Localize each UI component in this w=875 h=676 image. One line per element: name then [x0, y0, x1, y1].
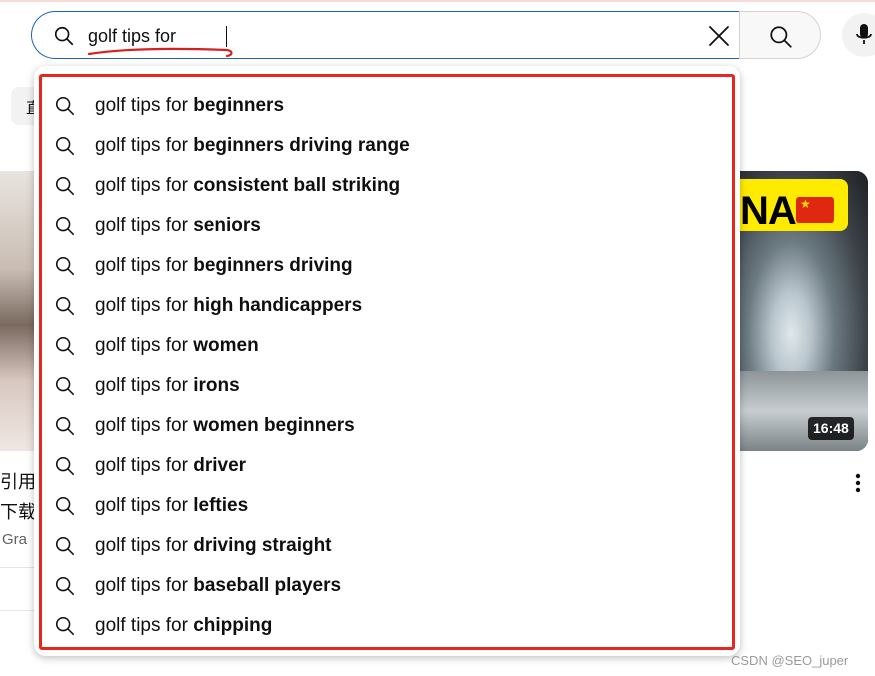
search-icon [770, 26, 792, 48]
search-icon [55, 496, 75, 516]
china-flag-icon [796, 197, 834, 223]
suggestion-completion: women [193, 335, 259, 356]
suggestion-prefix: golf tips for [95, 215, 194, 236]
suggestion-text: golf tips for lefties [95, 494, 248, 518]
suggestion-prefix: golf tips for [95, 535, 194, 556]
suggestion-text: golf tips for women [95, 334, 259, 358]
search-icon [55, 296, 75, 316]
video-title-left-line2[interactable]: 下载 [0, 498, 36, 524]
suggestions-list: golf tips for beginners golf tips for beg… [34, 86, 740, 646]
suggestion-item[interactable]: golf tips for beginners driving [34, 246, 740, 286]
suggestion-text: golf tips for beginners driving range [95, 134, 410, 158]
suggestion-completion: women beginners [193, 415, 355, 436]
suggestion-text: golf tips for consistent ball striking [95, 174, 400, 198]
suggestion-prefix: golf tips for [95, 95, 194, 116]
clear-search-button[interactable] [705, 22, 733, 50]
search-icon [55, 96, 75, 116]
suggestion-text: golf tips for irons [95, 374, 240, 398]
search-icon [55, 136, 75, 156]
suggestion-prefix: golf tips for [95, 495, 194, 516]
suggestion-completion: lefties [193, 495, 249, 516]
suggestion-item[interactable]: golf tips for seniors [34, 206, 740, 246]
watermark: CSDN @SEO_juper [731, 653, 849, 668]
suggestion-completion: beginners [193, 95, 285, 116]
search-icon [55, 616, 75, 636]
suggestion-text: golf tips for baseball players [95, 574, 341, 598]
suggestion-completion: seniors [193, 215, 261, 236]
suggestion-text: golf tips for women beginners [95, 414, 355, 438]
search-icon [55, 216, 75, 236]
suggestion-prefix: golf tips for [95, 255, 194, 276]
suggestion-item[interactable]: golf tips for driving straight [34, 526, 740, 566]
suggestion-item[interactable]: golf tips for consistent ball striking [34, 166, 740, 206]
search-icon [53, 25, 75, 47]
search-button[interactable] [739, 11, 821, 59]
suggestion-completion: irons [193, 375, 240, 396]
voice-search-button[interactable] [842, 13, 875, 57]
suggestion-prefix: golf tips for [95, 175, 194, 196]
mic-icon [856, 24, 872, 44]
more-options-icon[interactable] [850, 471, 866, 495]
suggestion-prefix: golf tips for [95, 135, 194, 156]
search-icon [55, 336, 75, 356]
video-title-left-line1[interactable]: 引用 [0, 468, 36, 494]
suggestion-completion: driver [193, 455, 247, 476]
suggestion-prefix: golf tips for [95, 575, 194, 596]
suggestion-item[interactable]: golf tips for baseball players [34, 566, 740, 606]
suggestion-completion: beginners driving range [193, 135, 410, 156]
suggestion-prefix: golf tips for [95, 415, 194, 436]
suggestion-item[interactable]: golf tips for beginners driving range [34, 126, 740, 166]
suggestion-item[interactable]: golf tips for women [34, 326, 740, 366]
suggestion-prefix: golf tips for [95, 375, 194, 396]
suggestion-completion: driving straight [193, 535, 332, 556]
suggestion-text: golf tips for high handicappers [95, 294, 362, 318]
suggestion-prefix: golf tips for [95, 615, 194, 636]
video-thumbnail-right[interactable]: NA [740, 171, 868, 451]
search-box[interactable]: golf tips for [31, 11, 739, 59]
suggestion-item[interactable]: golf tips for chipping [34, 606, 740, 646]
suggestion-completion: beginners driving [193, 255, 353, 276]
suggestion-prefix: golf tips for [95, 455, 194, 476]
video-thumbnail-left[interactable] [0, 171, 35, 451]
suggestion-text: golf tips for seniors [95, 214, 261, 238]
suggestion-item[interactable]: golf tips for high handicappers [34, 286, 740, 326]
suggestion-text: golf tips for beginners driving [95, 254, 353, 278]
suggestion-completion: chipping [193, 615, 273, 636]
suggestion-text: golf tips for driver [95, 454, 246, 478]
video-duration-badge: 16:48 [808, 417, 854, 440]
thumbnail-banner: NA [740, 179, 848, 233]
divider [0, 567, 35, 568]
search-icon [55, 376, 75, 396]
suggestion-prefix: golf tips for [95, 295, 194, 316]
suggestion-text: golf tips for driving straight [95, 534, 332, 558]
search-icon [55, 416, 75, 436]
search-icon [55, 256, 75, 276]
search-icon [55, 536, 75, 556]
search-icon [55, 576, 75, 596]
suggestion-completion: high handicappers [193, 295, 363, 316]
suggestion-item[interactable]: golf tips for women beginners [34, 406, 740, 446]
thumbnail-banner-text: NA [740, 189, 797, 233]
divider [0, 610, 35, 611]
suggestion-item[interactable]: golf tips for driver [34, 446, 740, 486]
search-icon [55, 456, 75, 476]
suggestion-prefix: golf tips for [95, 335, 194, 356]
channel-name-left[interactable]: Gra [2, 531, 27, 548]
suggestion-item[interactable]: golf tips for irons [34, 366, 740, 406]
suggestion-text: golf tips for beginners [95, 94, 284, 118]
suggestion-item[interactable]: golf tips for lefties [34, 486, 740, 526]
suggestion-completion: consistent ball striking [193, 175, 401, 196]
suggestion-completion: baseball players [193, 575, 342, 596]
top-accent-line [0, 0, 875, 2]
suggestion-text: golf tips for chipping [95, 614, 272, 638]
search-icon [55, 176, 75, 196]
close-icon [709, 26, 729, 46]
red-underline-annotation [87, 47, 233, 58]
suggestion-item[interactable]: golf tips for beginners [34, 86, 740, 126]
